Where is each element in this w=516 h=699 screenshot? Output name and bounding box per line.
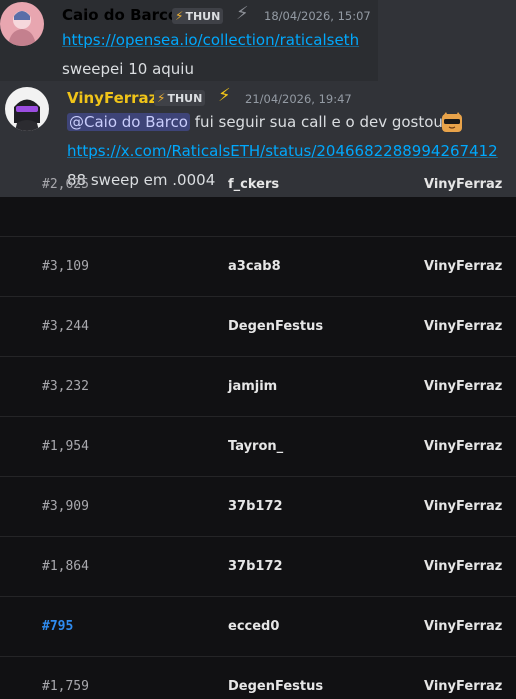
message-text: fui seguir sua call e o dev gostou <box>194 113 443 131</box>
token-id[interactable]: #2,625 <box>42 177 89 192</box>
avatar-caio[interactable] <box>0 2 44 46</box>
message-author[interactable]: Caio do Barco <box>62 6 178 24</box>
token-id[interactable]: #3,109 <box>42 259 89 274</box>
seller-name[interactable]: ecced0 <box>228 619 279 634</box>
message-timestamp[interactable]: 18/04/2026, 15:07 <box>264 9 371 23</box>
token-id[interactable]: #795 <box>42 619 73 634</box>
table-row[interactable]: #795 ecced0 VinyFerraz <box>0 597 516 657</box>
table-row[interactable]: #1,864 37b172 VinyFerraz <box>0 537 516 597</box>
message-author[interactable]: VinyFerraz <box>67 89 157 107</box>
message-link[interactable]: https://x.com/RaticalsETH/status/2046682… <box>67 142 498 160</box>
seller-name[interactable]: jamjim <box>228 379 277 394</box>
server-tag-label: THUN <box>167 91 203 105</box>
token-id[interactable]: #1,864 <box>42 559 89 574</box>
message-timestamp[interactable]: 21/04/2026, 19:47 <box>245 92 352 106</box>
seller-name[interactable]: 37b172 <box>228 499 283 514</box>
buyer-name[interactable]: VinyFerraz <box>424 379 502 394</box>
avatar-image <box>5 87 49 131</box>
server-tag-label: THUN <box>185 9 221 23</box>
token-id[interactable]: #1,954 <box>42 439 89 454</box>
buyer-name[interactable]: VinyFerraz <box>424 439 502 454</box>
table-row[interactable]: #3,909 37b172 VinyFerraz <box>0 477 516 537</box>
buyer-name[interactable]: VinyFerraz <box>424 259 502 274</box>
cat-sunglasses-emoji-icon <box>442 112 462 132</box>
discord-chat-panel: Caio do Barco ⚡ THUN ⚡ 18/04/2026, 15:07… <box>0 0 516 197</box>
seller-name[interactable]: f_ckers <box>228 177 279 192</box>
lightning-bolt-icon: ⚡ <box>175 9 184 23</box>
message-link[interactable]: https://opensea.io/collection/raticalset… <box>62 31 359 49</box>
table-row[interactable]: #3,232 jamjim VinyFerraz <box>0 357 516 417</box>
message-text-line: @Caio do Barco fui seguir sua call e o d… <box>67 113 443 131</box>
lightning-bolt-icon: ⚡ <box>157 91 166 105</box>
buyer-name[interactable]: VinyFerraz <box>424 319 502 334</box>
token-id[interactable]: #3,244 <box>42 319 89 334</box>
buyer-name[interactable]: VinyFerraz <box>424 177 502 192</box>
buyer-name[interactable]: VinyFerraz <box>424 499 502 514</box>
seller-name[interactable]: DegenFestus <box>228 319 323 334</box>
token-id[interactable]: #3,232 <box>42 379 89 394</box>
message-text: sweepei 10 aquiu <box>62 60 194 78</box>
server-tag[interactable]: ⚡ THUN <box>172 8 224 24</box>
token-id[interactable]: #3,909 <box>42 499 89 514</box>
seller-name[interactable]: a3cab8 <box>228 259 281 274</box>
table-row[interactable]: #2,625 f_ckers VinyFerraz <box>0 175 516 237</box>
seller-name[interactable]: 37b172 <box>228 559 283 574</box>
seller-name[interactable]: DegenFestus <box>228 679 323 694</box>
buyer-name[interactable]: VinyFerraz <box>424 559 502 574</box>
lightning-bolt-icon: ⚡ <box>218 85 231 106</box>
table-row[interactable]: #3,109 a3cab8 VinyFerraz <box>0 237 516 297</box>
buyer-name[interactable]: VinyFerraz <box>424 619 502 634</box>
lightning-bolt-icon: ⚡ <box>236 3 249 24</box>
table-row[interactable]: #3,244 DegenFestus VinyFerraz <box>0 297 516 357</box>
table-row[interactable]: #1,954 Tayron_ VinyFerraz <box>0 417 516 477</box>
user-mention[interactable]: @Caio do Barco <box>67 113 190 131</box>
table-row[interactable]: #1,759 DegenFestus VinyFerraz <box>0 657 516 699</box>
seller-name[interactable]: Tayron_ <box>228 439 283 454</box>
server-tag[interactable]: ⚡ THUN <box>154 90 206 106</box>
avatar-image <box>0 2 44 46</box>
avatar-vinyferraz[interactable] <box>5 87 49 131</box>
buyer-name[interactable]: VinyFerraz <box>424 679 502 694</box>
token-id[interactable]: #1,759 <box>42 679 89 694</box>
